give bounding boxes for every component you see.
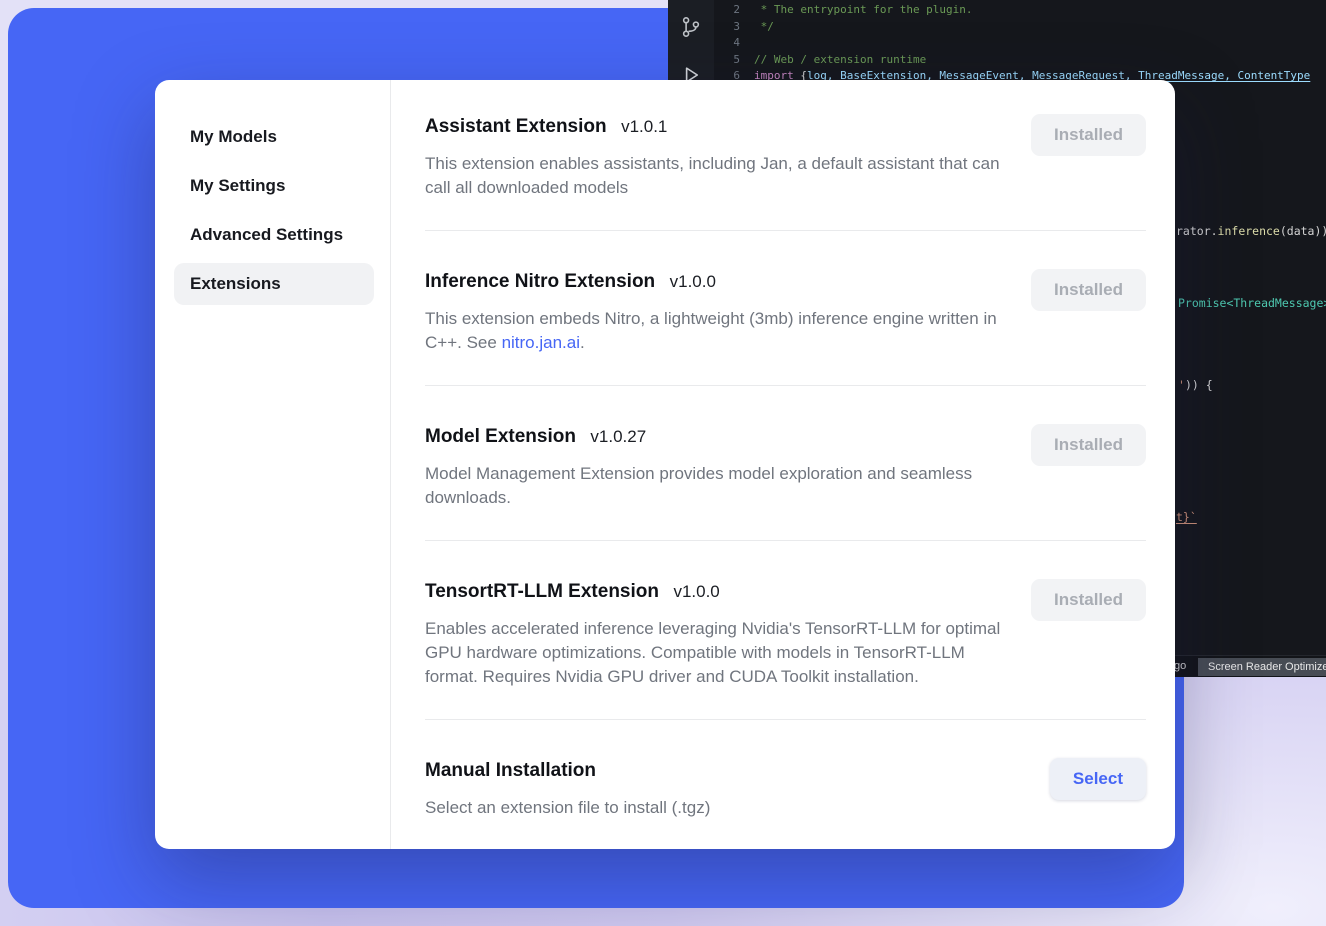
installed-button[interactable]: Installed	[1031, 579, 1146, 621]
code-fragment-promise: Promise<ThreadMessage>	[1178, 296, 1326, 310]
extension-version: v1.0.0	[670, 272, 716, 291]
sidebar-item-advanced-settings[interactable]: Advanced Settings	[174, 214, 374, 256]
code-lines: 2 * The entrypoint for the plugin. 3 */ …	[714, 2, 1326, 85]
installed-button[interactable]: Installed	[1031, 424, 1146, 466]
extension-title: Assistant Extension	[425, 116, 607, 137]
sidebar-item-extensions[interactable]: Extensions	[174, 263, 374, 305]
manual-installation-description: Select an extension file to install (.tg…	[425, 796, 1013, 820]
extension-version: v1.0.1	[621, 117, 667, 136]
settings-modal: My Models My Settings Advanced Settings …	[155, 80, 1175, 849]
code-line: 4	[714, 35, 1326, 52]
code-line: 5 // Web / extension runtime	[714, 52, 1326, 69]
screen-reader-chip[interactable]: Screen Reader Optimize	[1198, 658, 1326, 676]
extension-description: Model Management Extension provides mode…	[425, 462, 1013, 510]
extension-description: This extension embeds Nitro, a lightweig…	[425, 307, 1013, 355]
extension-title: TensortRT-LLM Extension	[425, 581, 659, 602]
code-line: 3 */	[714, 19, 1326, 36]
extension-item-model: Model Extension v1.0.27 Model Management…	[425, 386, 1146, 541]
select-file-button[interactable]: Select	[1050, 758, 1146, 800]
extensions-list: Assistant Extension v1.0.1 This extensio…	[391, 80, 1175, 849]
line-number: 2	[714, 2, 740, 19]
extension-item-nitro: Inference Nitro Extension v1.0.0 This ex…	[425, 231, 1146, 386]
line-number: 3	[714, 19, 740, 36]
line-number: 4	[714, 35, 740, 52]
extension-title: Model Extension	[425, 426, 576, 447]
app-root: { "colors": { "accent": "#4666f5", "pane…	[0, 0, 1326, 926]
extension-version: v1.0.0	[673, 582, 719, 601]
extension-item-tensorrt: TensortRT-LLM Extension v1.0.0 Enables a…	[425, 541, 1146, 720]
source-control-icon[interactable]	[681, 16, 701, 43]
manual-installation-title: Manual Installation	[425, 760, 596, 781]
sidebar-item-my-models[interactable]: My Models	[174, 116, 374, 158]
installed-button[interactable]: Installed	[1031, 114, 1146, 156]
manual-installation-item: Manual Installation Select an extension …	[425, 720, 1146, 832]
code-line: 2 * The entrypoint for the plugin.	[714, 2, 1326, 19]
code-fragment-brace: ')) {	[1178, 378, 1213, 392]
extension-item-assistant: Assistant Extension v1.0.1 This extensio…	[425, 106, 1146, 231]
nitro-jan-ai-link[interactable]: nitro.jan.ai	[502, 333, 580, 352]
extension-description: Enables accelerated inference leveraging…	[425, 617, 1013, 689]
settings-sidebar: My Models My Settings Advanced Settings …	[155, 80, 391, 849]
extension-version: v1.0.27	[590, 427, 646, 446]
line-number: 5	[714, 52, 740, 69]
extension-description: This extension enables assistants, inclu…	[425, 152, 1013, 200]
code-fragment-template: t}`	[1176, 510, 1197, 524]
extension-title: Inference Nitro Extension	[425, 271, 655, 292]
code-fragment-inference: rator.inference(data));	[1176, 224, 1326, 238]
installed-button[interactable]: Installed	[1031, 269, 1146, 311]
sidebar-item-my-settings[interactable]: My Settings	[174, 165, 374, 207]
status-bar-text: go	[1174, 660, 1186, 672]
